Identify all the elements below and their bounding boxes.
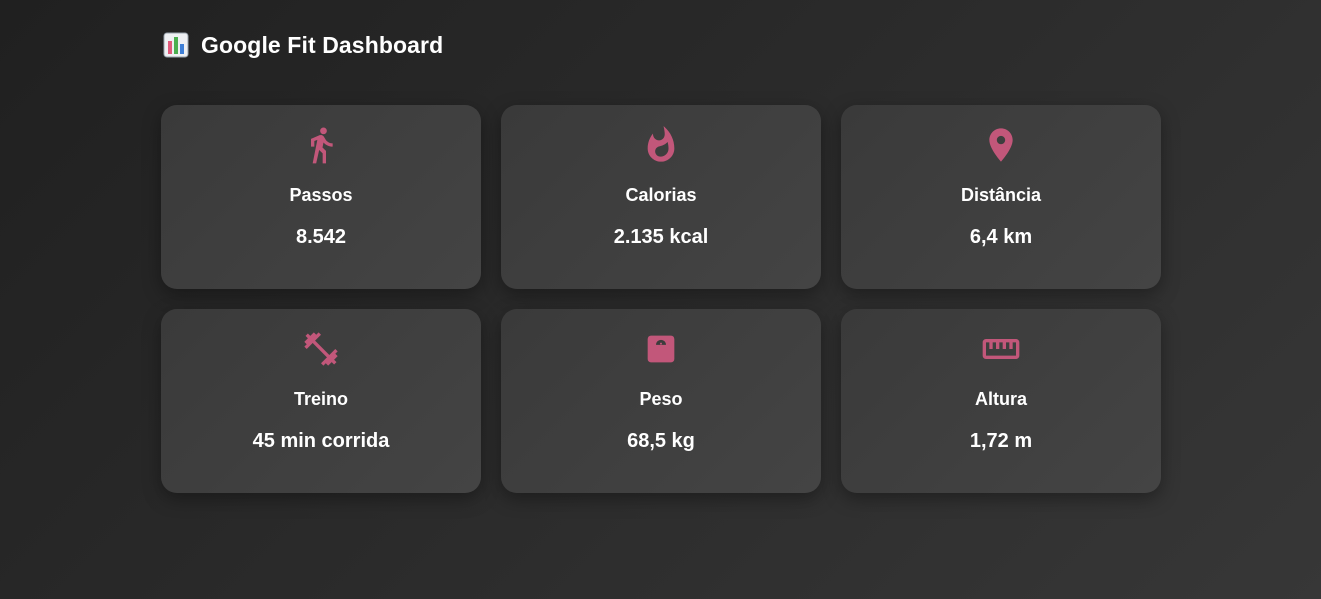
card-treino[interactable]: Treino 45 min corrida: [161, 309, 481, 493]
card-distancia[interactable]: Distância 6,4 km: [841, 105, 1161, 289]
location-pin-icon: [981, 125, 1021, 165]
page-header: Google Fit Dashboard: [161, 0, 1161, 90]
card-value: 45 min corrida: [252, 430, 390, 452]
card-label: Treino: [293, 389, 348, 409]
card-label: Distância: [960, 185, 1042, 205]
card-value: 8.542: [295, 226, 347, 248]
card-label: Peso: [639, 389, 683, 409]
card-label: Calorias: [625, 185, 697, 205]
dashboard: Google Fit Dashboard Passos 8.542 Calori…: [161, 0, 1161, 493]
card-value: 1,72 m: [969, 430, 1033, 452]
card-label: Altura: [974, 389, 1027, 409]
page-title: Google Fit Dashboard: [201, 31, 444, 58]
walking-icon: [301, 125, 341, 165]
flame-icon: [641, 125, 681, 165]
card-value: 68,5 kg: [627, 430, 695, 452]
card-passos[interactable]: Passos 8.542: [161, 105, 481, 289]
card-value: 2.135 kcal: [613, 226, 709, 248]
metrics-grid: Passos 8.542 Calorias 2.135 kcal Distânc…: [161, 105, 1161, 493]
bar-chart-icon: [163, 32, 189, 58]
card-value: 6,4 km: [969, 226, 1033, 248]
scale-icon: [641, 329, 681, 369]
ruler-icon: [981, 329, 1021, 369]
card-label: Passos: [289, 185, 353, 205]
dumbbell-icon: [301, 329, 341, 369]
card-calorias[interactable]: Calorias 2.135 kcal: [501, 105, 821, 289]
card-peso[interactable]: Peso 68,5 kg: [501, 309, 821, 493]
card-altura[interactable]: Altura 1,72 m: [841, 309, 1161, 493]
